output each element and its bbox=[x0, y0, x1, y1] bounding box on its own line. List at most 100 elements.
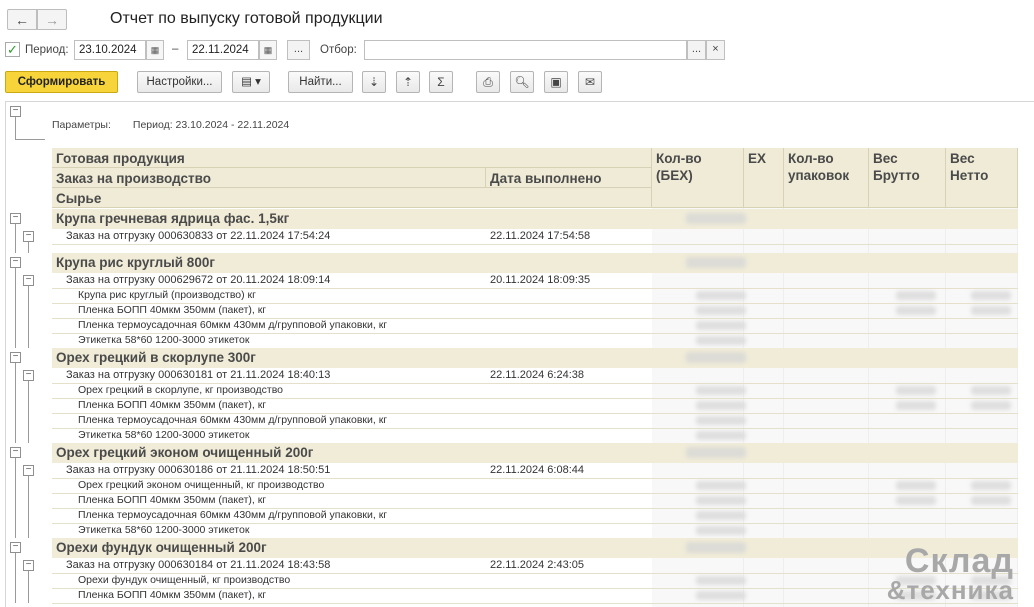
save-button[interactable]: ▣ bbox=[544, 71, 568, 93]
collapse-group-button[interactable]: − bbox=[10, 213, 21, 224]
qty-value-blurred bbox=[696, 511, 746, 520]
outline-line bbox=[28, 286, 29, 348]
material-row: Этикетка 58*60 1200-3000 этикеток bbox=[52, 428, 1018, 443]
outline-line bbox=[28, 242, 29, 253]
collapse-group-button[interactable]: − bbox=[10, 257, 21, 268]
collapse-order-button[interactable]: − bbox=[23, 231, 34, 242]
report-spreadsheet: − Параметры: Период: 23.10.2024 - 22.11.2… bbox=[5, 101, 1034, 607]
row-divider bbox=[52, 603, 1018, 604]
collapse-order-button[interactable]: − bbox=[23, 370, 34, 381]
params-label: Параметры: bbox=[52, 119, 111, 131]
calendar-to-button[interactable]: ▦ bbox=[259, 40, 277, 60]
material-name: Пленка термоусадочная 60мкм 430мм д/груп… bbox=[78, 414, 388, 426]
header-qty-bex: Кол-во (БЕХ) bbox=[652, 148, 744, 208]
outline-line bbox=[28, 476, 29, 538]
close-icon: × bbox=[712, 43, 719, 55]
material-name: Этикетка 58*60 1200-3000 этикеток bbox=[78, 334, 250, 346]
collapse-group-button[interactable]: − bbox=[10, 447, 21, 458]
material-name: Орех грецкий эконом очищенный, кг произв… bbox=[78, 479, 325, 491]
material-row: Этикетка 58*60 1200-3000 этикеток bbox=[52, 523, 1018, 538]
collapse-group-button[interactable]: − bbox=[10, 352, 21, 363]
material-row: Пленка термоусадочная 60мкм 430мм д/груп… bbox=[52, 318, 1018, 333]
date-to-field[interactable]: 22.11.2024 bbox=[187, 40, 259, 60]
qty-value-blurred bbox=[696, 576, 746, 585]
calendar-icon: ▦ bbox=[263, 45, 273, 55]
find-button[interactable]: Найти... bbox=[288, 71, 353, 93]
group-row: Крупа рис круглый 800г bbox=[52, 253, 1018, 273]
material-row: Крупа рис круглый (производство) кг bbox=[52, 288, 1018, 303]
outline-line bbox=[15, 268, 16, 348]
order-name: Заказ на отгрузку 000629672 от 20.11.202… bbox=[66, 274, 331, 286]
preview-button[interactable]: 🔍︎ bbox=[510, 71, 534, 93]
sort-desc-icon: ⇣ bbox=[368, 75, 380, 89]
preview-icon: 🔍︎ bbox=[514, 75, 530, 89]
email-button[interactable]: ✉ bbox=[578, 71, 602, 93]
net-value-blurred bbox=[971, 481, 1011, 490]
row-divider bbox=[52, 244, 1018, 245]
sort-desc-button[interactable]: ⇣ bbox=[362, 71, 386, 93]
date-from-field[interactable]: 23.10.2024 bbox=[74, 40, 146, 60]
settings-button[interactable]: Настройки... bbox=[137, 71, 222, 93]
back-button[interactable]: ← bbox=[7, 9, 37, 30]
collapse-order-button[interactable]: − bbox=[23, 560, 34, 571]
order-date-done: 22.11.2024 6:08:44 bbox=[490, 464, 584, 476]
group-product-name: Орехи фундук очищенный 200г bbox=[56, 540, 267, 555]
folder-icon: ▤ ▾ bbox=[241, 76, 261, 88]
material-name: Пленка БОПП 40мкм 350мм (пакет), кг bbox=[78, 589, 267, 601]
header-order: Заказ на производство bbox=[52, 168, 486, 188]
qty-value-blurred bbox=[696, 336, 746, 345]
window-title: Отчет по выпуску готовой продукции bbox=[110, 10, 383, 27]
material-row: Пленка БОПП 40мкм 350мм (пакет), кг bbox=[52, 398, 1018, 413]
header-gross: Вес Брутто bbox=[869, 148, 946, 208]
qty-value-blurred bbox=[696, 496, 746, 505]
filter-select-button[interactable]: ... bbox=[687, 40, 706, 60]
group-row: Крупа гречневая ядрица фас. 1,5кг bbox=[52, 209, 1018, 229]
header-net: Вес Нетто bbox=[946, 148, 1018, 208]
generate-button[interactable]: Сформировать bbox=[5, 71, 118, 93]
material-name: Пленка БОПП 40мкм 350мм (пакет), кг bbox=[78, 494, 267, 506]
sort-asc-button[interactable]: ⇡ bbox=[396, 71, 420, 93]
collapse-order-button[interactable]: − bbox=[23, 465, 34, 476]
qty-value-blurred bbox=[696, 401, 746, 410]
collapse-group-button[interactable]: − bbox=[10, 542, 21, 553]
outline-line bbox=[15, 224, 16, 253]
period-select-button[interactable]: ... bbox=[287, 40, 310, 60]
order-row: Заказ на отгрузку 000630833 от 22.11.202… bbox=[52, 229, 1018, 244]
collapse-order-button[interactable]: − bbox=[23, 275, 34, 286]
material-row: Орех грецкий эконом очищенный, кг произв… bbox=[52, 478, 1018, 493]
printer-icon: ⎙ bbox=[483, 75, 493, 89]
net-value-blurred bbox=[971, 291, 1011, 300]
group-row: Орех грецкий эконом очищенный 200г bbox=[52, 443, 1018, 463]
material-name: Этикетка 58*60 1200-3000 этикеток bbox=[78, 429, 250, 441]
outline-line bbox=[28, 571, 29, 603]
net-value-blurred bbox=[971, 306, 1011, 315]
qty-value-blurred bbox=[696, 591, 746, 600]
material-name: Орехи фундук очищенный, кг производство bbox=[78, 574, 291, 586]
variants-button[interactable]: ▤ ▾ bbox=[232, 71, 270, 93]
qty-value-blurred bbox=[686, 213, 746, 224]
qty-value-blurred bbox=[696, 431, 746, 440]
forward-button[interactable]: → bbox=[37, 9, 67, 30]
period-label: Период: bbox=[25, 44, 69, 56]
order-name: Заказ на отгрузку 000630833 от 22.11.202… bbox=[66, 230, 331, 242]
qty-value-blurred bbox=[696, 526, 746, 535]
sum-button[interactable]: Σ bbox=[429, 71, 453, 93]
print-button[interactable]: ⎙ bbox=[476, 71, 500, 93]
qty-value-blurred bbox=[696, 291, 746, 300]
qty-value-blurred bbox=[686, 542, 746, 553]
calendar-from-button[interactable]: ▦ bbox=[146, 40, 164, 60]
collapse-params-button[interactable]: − bbox=[10, 106, 21, 117]
group-product-name: Крупа гречневая ядрица фас. 1,5кг bbox=[56, 211, 290, 226]
qty-value-blurred bbox=[696, 481, 746, 490]
gross-value-blurred bbox=[896, 306, 936, 315]
sort-asc-icon: ⇡ bbox=[402, 75, 414, 89]
header-ex: ЕХ bbox=[744, 148, 784, 208]
period-checkbox[interactable]: ✓ bbox=[5, 42, 20, 57]
params-value: Период: 23.10.2024 - 22.11.2024 bbox=[132, 119, 290, 131]
filter-input[interactable] bbox=[364, 40, 687, 60]
net-value-blurred bbox=[971, 386, 1011, 395]
qty-value-blurred bbox=[686, 447, 746, 458]
qty-value-blurred bbox=[696, 306, 746, 315]
filter-clear-button[interactable]: × bbox=[706, 40, 725, 60]
qty-value-blurred bbox=[696, 386, 746, 395]
